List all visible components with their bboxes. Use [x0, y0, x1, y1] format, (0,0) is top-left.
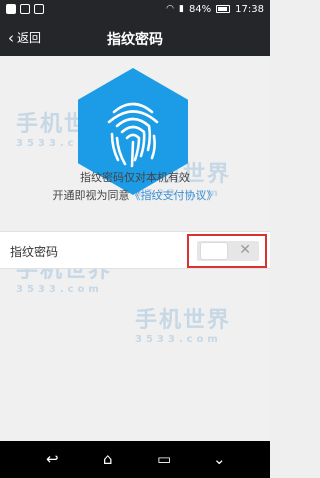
- notification-icon: [6, 4, 16, 14]
- close-icon: ✕: [239, 242, 251, 258]
- agreement-prefix: 开通即视为同意: [52, 189, 130, 202]
- wifi-icon: ◠: [166, 4, 174, 14]
- highlight-frame: ✕: [187, 234, 267, 268]
- signal-icon: ▮: [178, 4, 184, 14]
- description-line-1: 指纹密码仅对本机有效: [80, 171, 190, 184]
- toggle-knob: [201, 243, 227, 259]
- notification-icon: [20, 4, 30, 14]
- title-bar: ‹ 返回 指纹密码: [0, 20, 270, 56]
- notification-icon: [34, 4, 44, 14]
- status-left: [6, 4, 44, 14]
- nav-back-icon[interactable]: ↩: [46, 450, 59, 468]
- nav-menu-icon[interactable]: ⌄: [213, 450, 226, 468]
- battery-percent: 84%: [188, 3, 212, 15]
- fingerprint-setting-row: 指纹密码 ✕: [0, 231, 270, 269]
- battery-icon: [216, 5, 231, 13]
- status-right: ◠ ▮ 84% 17:38: [166, 3, 264, 15]
- agreement-link[interactable]: 《指纹支付协议》: [130, 189, 218, 202]
- fingerprint-toggle[interactable]: ✕: [197, 241, 259, 261]
- status-bar: ◠ ▮ 84% 17:38: [0, 0, 270, 20]
- system-nav-bar: ↩ ⌂ ▭ ⌄: [0, 441, 270, 478]
- nav-home-icon[interactable]: ⌂: [103, 450, 113, 468]
- description-line-2: 开通即视为同意《指纹支付协议》: [0, 187, 270, 203]
- page-title: 指纹密码: [107, 32, 163, 48]
- clock: 17:38: [235, 3, 264, 15]
- setting-label: 指纹密码: [10, 245, 59, 259]
- main-content: 手机世界 3533.com 手机世界 3533.com 手机世界 3533.co…: [0, 56, 270, 441]
- watermark: 手机世界 3533.com: [135, 308, 232, 345]
- nav-recents-icon[interactable]: ▭: [157, 450, 171, 468]
